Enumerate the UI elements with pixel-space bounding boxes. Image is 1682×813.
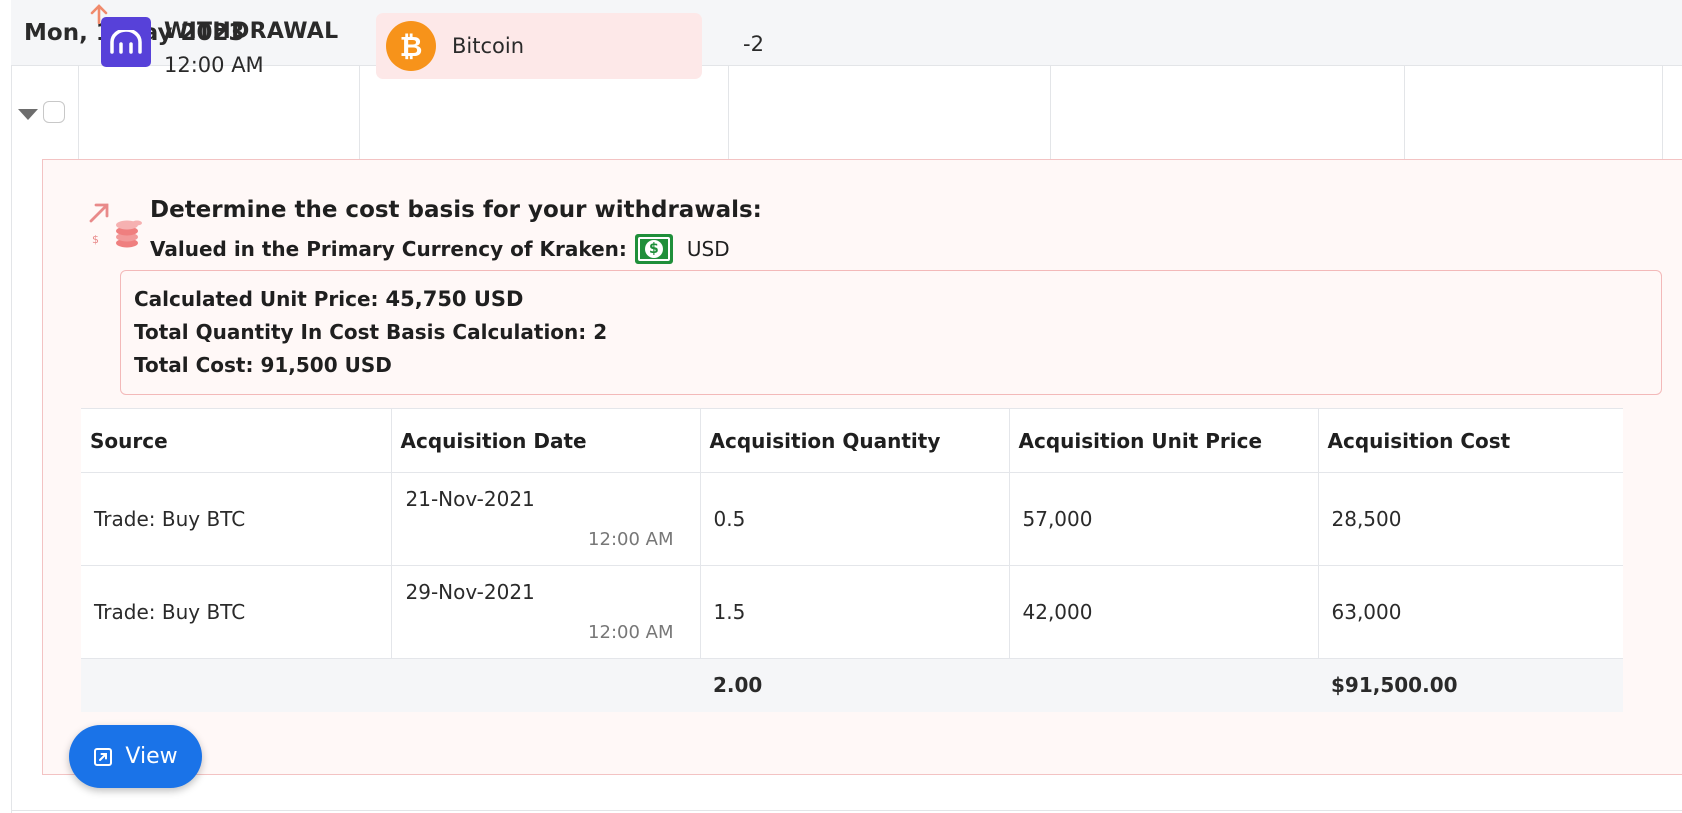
asset-chip[interactable]: ₿ Bitcoin: [376, 13, 702, 79]
column-header-acquisition-unit-price: Acquisition Unit Price: [1009, 408, 1319, 473]
expand-caret-icon[interactable]: [18, 109, 38, 120]
column-header-acquisition-date: Acquisition Date: [391, 408, 701, 473]
source-cell: Trade: Buy BTC: [81, 472, 392, 566]
column-divider: [728, 66, 729, 159]
total-empty-cell: [391, 658, 700, 712]
asset-name: Bitcoin: [452, 34, 525, 58]
kraken-logo-icon: [101, 17, 151, 67]
transaction-row[interactable]: [11, 66, 1682, 159]
svg-text:$: $: [92, 233, 99, 246]
total-empty-cell: [81, 658, 391, 712]
acquisition-date: 21-Nov-2021: [405, 487, 535, 511]
source-cell: Trade: Buy BTC: [81, 565, 392, 659]
table-total-row: 2.00 $91,500.00: [81, 658, 1623, 712]
acquisition-time: 12:00 AM: [588, 622, 674, 643]
currency-code: USD: [686, 237, 730, 261]
unit-price-value: 45,750 USD: [385, 287, 524, 311]
total-quantity-cell: 2.00: [700, 658, 1009, 712]
column-divider: [78, 66, 79, 159]
subheading-text: Valued in the Primary Currency of Kraken…: [150, 237, 627, 261]
acquisition-time: 12:00 AM: [588, 529, 674, 550]
quantity-cell: 0.5: [700, 472, 1010, 566]
row-checkbox[interactable]: [43, 101, 65, 123]
column-divider: [1050, 66, 1051, 159]
view-button[interactable]: View: [69, 725, 202, 788]
total-cost-value: 91,500 USD: [260, 353, 392, 377]
unit-price-cell: 42,000: [1009, 565, 1319, 659]
column-divider: [1662, 66, 1663, 159]
transaction-amount: -2: [743, 32, 764, 56]
table-row: Trade: Buy BTC 29-Nov-2021 12:00 AM 1.5 …: [81, 565, 1623, 659]
bitcoin-icon: ₿: [386, 21, 436, 71]
column-header-acquisition-quantity: Acquisition Quantity: [700, 408, 1010, 473]
column-divider: [1404, 66, 1405, 159]
total-cost-line: Total Cost: 91,500 USD: [134, 353, 392, 377]
bottom-rule: [11, 810, 1682, 811]
cost-basis-subheading: Valued in the Primary Currency of Kraken…: [150, 234, 730, 264]
column-divider: [359, 66, 360, 159]
cost-basis-heading: Determine the cost basis for your withdr…: [150, 197, 762, 223]
external-link-icon: [94, 747, 113, 766]
unit-price-cell: 57,000: [1009, 472, 1319, 566]
acquisition-date: 29-Nov-2021: [405, 580, 535, 604]
total-quantity-line: Total Quantity In Cost Basis Calculation…: [134, 320, 608, 344]
table-header-row: Source Acquisition Date Acquisition Quan…: [81, 408, 1623, 473]
cost-cell: 28,500: [1318, 472, 1623, 566]
left-rule: [11, 66, 12, 813]
cash-icon: $: [634, 234, 673, 264]
total-cost-cell: $91,500.00: [1318, 658, 1623, 712]
quantity-cell: 1.5: [700, 565, 1010, 659]
cost-summary-box: Calculated Unit Price: 45,750 USD Total …: [120, 270, 1662, 395]
total-quantity-value: 2: [593, 320, 608, 344]
acquisition-date-cell: 29-Nov-2021 12:00 AM: [391, 565, 701, 659]
cost-cell: 63,000: [1318, 565, 1623, 659]
coins-withdrawal-icon: $: [89, 203, 142, 248]
transaction-type: WITHDRAWAL: [164, 19, 339, 44]
table-row: Trade: Buy BTC 21-Nov-2021 12:00 AM 0.5 …: [81, 472, 1623, 566]
unit-price-line: Calculated Unit Price: 45,750 USD: [134, 287, 524, 311]
view-button-label: View: [125, 744, 178, 769]
acquisition-table: Source Acquisition Date Acquisition Quan…: [81, 408, 1623, 712]
column-header-acquisition-cost: Acquisition Cost: [1318, 408, 1623, 473]
transaction-time: 12:00 AM: [164, 53, 264, 77]
column-header-source: Source: [81, 408, 392, 473]
total-empty-cell: [1009, 658, 1318, 712]
acquisition-date-cell: 21-Nov-2021 12:00 AM: [391, 472, 701, 566]
